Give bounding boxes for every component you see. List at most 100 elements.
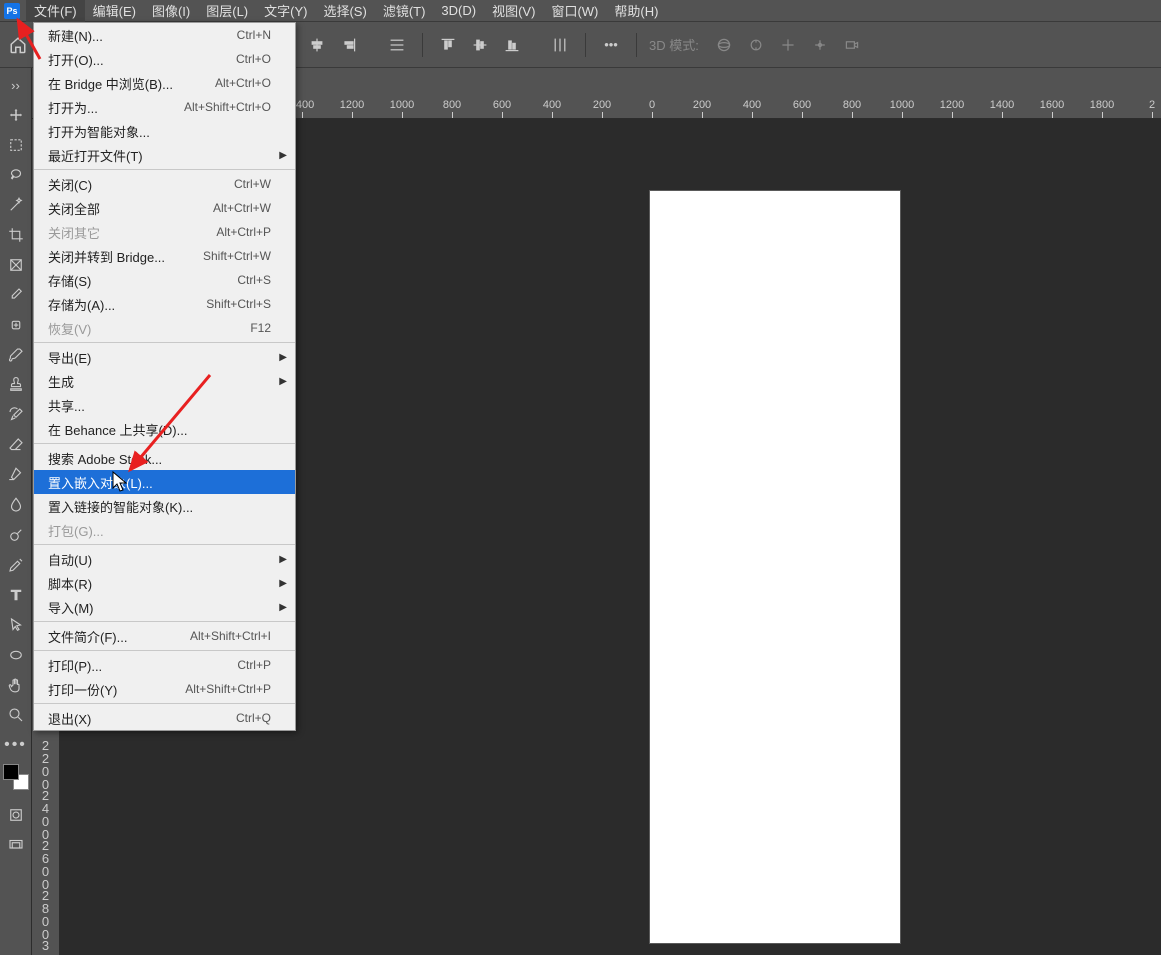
align-middle-icon[interactable] <box>467 32 493 58</box>
quickmask-icon[interactable] <box>0 800 32 830</box>
ruler-tick: 2400 <box>32 789 59 841</box>
menu-image[interactable]: 图像(I) <box>144 0 198 22</box>
menu-item[interactable]: 脚本(R)▶ <box>34 571 295 595</box>
menu-view[interactable]: 视图(V) <box>484 0 543 22</box>
zoom-tool[interactable] <box>0 700 32 730</box>
roll-3d-icon[interactable] <box>743 32 769 58</box>
menu-3d[interactable]: 3D(D) <box>433 1 484 20</box>
menu-item[interactable]: 自动(U)▶ <box>34 547 295 571</box>
menu-type[interactable]: 文字(Y) <box>256 0 315 22</box>
align-bottom-icon[interactable] <box>499 32 525 58</box>
crop-tool[interactable] <box>0 220 32 250</box>
align-center-h-icon[interactable] <box>304 32 330 58</box>
submenu-arrow-icon: ▶ <box>279 376 287 387</box>
collapse-icon[interactable]: ›› <box>0 70 32 100</box>
ruler-tick: 1800 <box>1090 99 1114 111</box>
pen-tool[interactable] <box>0 550 32 580</box>
ruler-tick: 3 <box>32 939 59 952</box>
dodge-tool[interactable] <box>0 520 32 550</box>
ruler-tick: 1200 <box>940 99 964 111</box>
menu-item[interactable]: 关闭(C)Ctrl+W <box>34 172 295 196</box>
stamp-tool[interactable] <box>0 370 32 400</box>
menu-item-shortcut: Alt+Ctrl+O <box>215 76 271 90</box>
pan-3d-icon[interactable] <box>775 32 801 58</box>
menu-item[interactable]: 新建(N)...Ctrl+N <box>34 23 295 47</box>
menu-item[interactable]: 打印(P)...Ctrl+P <box>34 653 295 677</box>
document-canvas[interactable] <box>649 190 901 944</box>
menu-item: 恢复(V)F12 <box>34 316 295 340</box>
menu-item-shortcut: Shift+Ctrl+S <box>206 297 271 311</box>
menu-item-label: 打开(O)... <box>48 50 104 69</box>
menu-item[interactable]: 关闭全部Alt+Ctrl+W <box>34 196 295 220</box>
menu-layer[interactable]: 图层(L) <box>198 0 256 22</box>
lasso-tool[interactable] <box>0 160 32 190</box>
frame-tool[interactable] <box>0 250 32 280</box>
menu-item[interactable]: 退出(X)Ctrl+Q <box>34 706 295 730</box>
submenu-arrow-icon: ▶ <box>279 578 287 589</box>
color-swatch[interactable] <box>3 764 29 790</box>
slide-3d-icon[interactable] <box>807 32 833 58</box>
menu-item-label: 打开为智能对象... <box>48 122 150 141</box>
marquee-tool[interactable] <box>0 130 32 160</box>
screenmode-icon[interactable] <box>0 830 32 860</box>
menu-item[interactable]: 关闭并转到 Bridge...Shift+Ctrl+W <box>34 244 295 268</box>
edit-toolbar-icon[interactable]: ••• <box>0 730 32 760</box>
move-tool[interactable] <box>0 100 32 130</box>
wand-tool[interactable] <box>0 190 32 220</box>
ruler-tick: 1000 <box>390 99 414 111</box>
blur-tool[interactable] <box>0 490 32 520</box>
menu-item-shortcut: F12 <box>250 321 271 335</box>
menu-item[interactable]: 文件简介(F)...Alt+Shift+Ctrl+I <box>34 624 295 648</box>
menu-item[interactable]: 导入(M)▶ <box>34 595 295 619</box>
hand-tool[interactable] <box>0 670 32 700</box>
menu-item-label: 关闭全部 <box>48 199 100 218</box>
menu-item[interactable]: 打印一份(Y) Alt+Shift+Ctrl+P <box>34 677 295 701</box>
camera-3d-icon[interactable] <box>839 32 865 58</box>
menu-item-label: 打印一份(Y) <box>48 680 117 699</box>
distribute-v-icon[interactable] <box>547 32 573 58</box>
eraser-tool[interactable] <box>0 430 32 460</box>
menu-item-shortcut: Alt+Ctrl+P <box>216 225 271 239</box>
orbit-3d-icon[interactable] <box>711 32 737 58</box>
healing-tool[interactable] <box>0 310 32 340</box>
menu-item[interactable]: 置入链接的智能对象(K)... <box>34 494 295 518</box>
menu-item[interactable]: 在 Bridge 中浏览(B)...Alt+Ctrl+O <box>34 71 295 95</box>
menu-item-shortcut: Shift+Ctrl+W <box>203 249 271 263</box>
menu-item-shortcut: Alt+Shift+Ctrl+P <box>185 682 271 696</box>
menu-item-label: 最近打开文件(T) <box>48 146 143 165</box>
menu-item[interactable]: 导出(E)▶ <box>34 345 295 369</box>
history-brush-tool[interactable] <box>0 400 32 430</box>
cursor-icon <box>110 470 130 494</box>
menu-select[interactable]: 选择(S) <box>315 0 374 22</box>
menu-item[interactable]: 存储(S)Ctrl+S <box>34 268 295 292</box>
distribute-icon[interactable] <box>384 32 410 58</box>
menu-help[interactable]: 帮助(H) <box>606 0 666 22</box>
menu-item[interactable]: 存储为(A)... Shift+Ctrl+S <box>34 292 295 316</box>
ruler-tick: 2600 <box>32 839 59 891</box>
menu-item-label: 共享... <box>48 396 85 415</box>
separator <box>422 33 423 57</box>
menu-item[interactable]: 打开为...Alt+Shift+Ctrl+O <box>34 95 295 119</box>
menu-item-label: 存储为(A)... <box>48 295 115 314</box>
menu-item[interactable]: 打开为智能对象... <box>34 119 295 143</box>
ruler-tick: 1200 <box>340 99 364 111</box>
gradient-tool[interactable] <box>0 460 32 490</box>
foreground-color-icon[interactable] <box>3 764 19 780</box>
align-top-icon[interactable] <box>435 32 461 58</box>
shape-tool[interactable] <box>0 640 32 670</box>
menu-edit[interactable]: 编辑(E) <box>85 0 144 22</box>
ruler-tick: 800 <box>443 99 461 111</box>
type-tool[interactable] <box>0 580 32 610</box>
menu-filter[interactable]: 滤镜(T) <box>375 0 434 22</box>
align-right-icon[interactable] <box>336 32 362 58</box>
menu-item-label: 生成 <box>48 372 74 391</box>
ruler-tick: 800 <box>843 99 861 111</box>
path-select-tool[interactable] <box>0 610 32 640</box>
menu-item[interactable]: 打开(O)...Ctrl+O <box>34 47 295 71</box>
menu-window[interactable]: 窗口(W) <box>543 0 606 22</box>
brush-tool[interactable] <box>0 340 32 370</box>
overflow-icon[interactable]: ••• <box>598 32 624 58</box>
menu-separator <box>34 342 295 343</box>
menu-item[interactable]: 最近打开文件(T)▶ <box>34 143 295 167</box>
eyedropper-tool[interactable] <box>0 280 32 310</box>
